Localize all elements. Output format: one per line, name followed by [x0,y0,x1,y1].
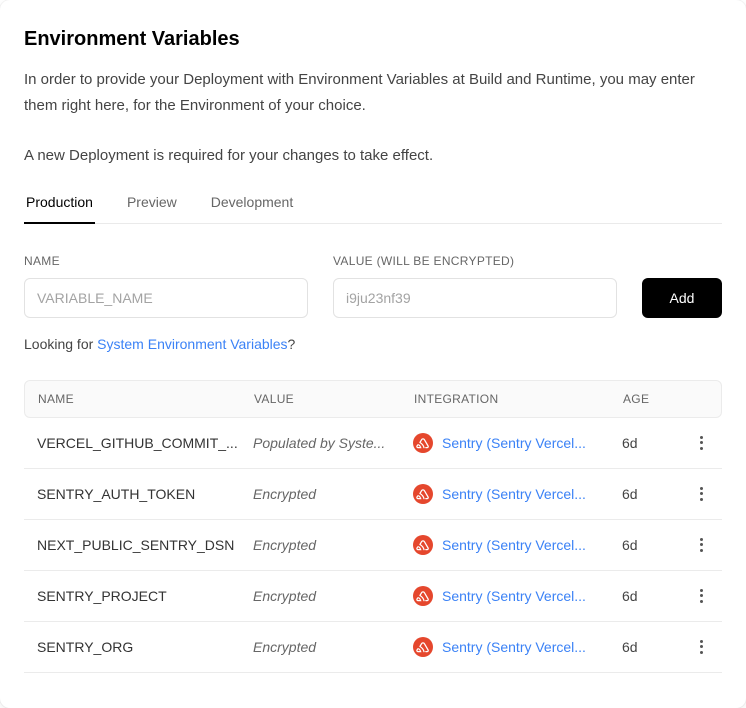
environment-variables-panel: Environment Variables In order to provid… [0,0,746,708]
name-label: NAME [24,254,308,268]
integration-link[interactable]: Sentry (Sentry Vercel... [442,588,586,604]
env-var-age: 6d [622,537,685,553]
table-row: SENTRY_PROJECT Encrypted Sentry (Sentry … [24,571,722,622]
sentry-icon [413,586,433,606]
table-row: NEXT_PUBLIC_SENTRY_DSN Encrypted Sentry … [24,520,722,571]
integration-link[interactable]: Sentry (Sentry Vercel... [442,639,586,655]
env-var-name: SENTRY_ORG [37,639,253,655]
column-header-name: NAME [38,392,254,406]
looking-for-text: Looking for [24,336,97,352]
env-var-value: Encrypted [253,486,413,502]
env-var-name: NEXT_PUBLIC_SENTRY_DSN [37,537,253,553]
env-var-value: Encrypted [253,639,413,655]
add-button[interactable]: Add [642,278,722,318]
sentry-icon [413,484,433,504]
sentry-icon [413,433,433,453]
env-var-age: 6d [622,639,685,655]
env-var-age: 6d [622,486,685,502]
column-header-value: VALUE [254,392,414,406]
kebab-menu-icon[interactable] [694,636,709,658]
page-description: In order to provide your Deployment with… [24,67,722,118]
page-title: Environment Variables [24,28,722,51]
column-header-age: AGE [623,392,684,406]
env-var-value: Encrypted [253,537,413,553]
env-var-value: Populated by Syste... [253,435,413,451]
env-var-value: Encrypted [253,588,413,604]
table-row: VERCEL_GITHUB_COMMIT_... Populated by Sy… [24,418,722,469]
value-label: VALUE (WILL BE ENCRYPTED) [333,254,617,268]
kebab-menu-icon[interactable] [694,534,709,556]
tab-development[interactable]: Development [209,194,296,223]
question-mark: ? [288,336,296,352]
integration-link[interactable]: Sentry (Sentry Vercel... [442,435,586,451]
value-field-group: VALUE (WILL BE ENCRYPTED) [333,254,617,318]
column-header-integration: INTEGRATION [414,392,623,406]
env-var-name: SENTRY_PROJECT [37,588,253,604]
env-var-name: SENTRY_AUTH_TOKEN [37,486,253,502]
table-row: SENTRY_AUTH_TOKEN Encrypted Sentry (Sent… [24,469,722,520]
table-row: SENTRY_ORG Encrypted Sentry (Sentry Verc… [24,622,722,673]
name-field-group: NAME [24,254,308,318]
integration-link[interactable]: Sentry (Sentry Vercel... [442,537,586,553]
env-var-name: VERCEL_GITHUB_COMMIT_... [37,435,253,451]
integration-link[interactable]: Sentry (Sentry Vercel... [442,486,586,502]
env-var-age: 6d [622,435,685,451]
system-env-variables-link[interactable]: System Environment Variables [97,336,287,352]
kebab-menu-icon[interactable] [694,432,709,454]
sentry-icon [413,535,433,555]
add-variable-form: NAME VALUE (WILL BE ENCRYPTED) Add [24,254,722,318]
variable-name-input[interactable] [24,278,308,318]
redeploy-note: A new Deployment is required for your ch… [24,143,722,169]
sentry-icon [413,637,433,657]
tab-preview[interactable]: Preview [125,194,179,223]
environment-tabs: Production Preview Development [24,194,722,224]
tab-production[interactable]: Production [24,194,95,224]
env-variables-table: NAME VALUE INTEGRATION AGE VERCEL_GITHUB… [24,380,722,673]
variable-value-input[interactable] [333,278,617,318]
env-var-age: 6d [622,588,685,604]
kebab-menu-icon[interactable] [694,483,709,505]
table-header-row: NAME VALUE INTEGRATION AGE [24,380,722,418]
kebab-menu-icon[interactable] [694,585,709,607]
system-env-hint: Looking for System Environment Variables… [24,336,722,352]
